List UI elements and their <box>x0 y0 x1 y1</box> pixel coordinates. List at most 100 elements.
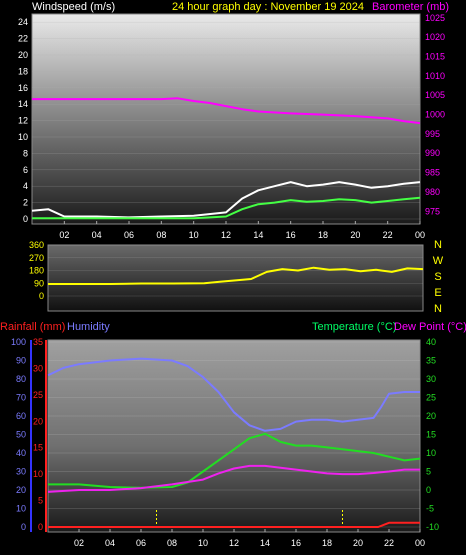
humidity-tick-label: 0 <box>21 522 26 532</box>
left-tick-label: 16 <box>18 83 28 93</box>
left-tick-label: 2 <box>23 198 28 208</box>
humidity-tick-label: 20 <box>16 485 26 495</box>
x-tick-label: 00 <box>415 230 425 240</box>
temperature-tick-label: 30 <box>426 374 436 384</box>
x-tick-label: 16 <box>291 538 301 548</box>
graph-day-title: 24 hour graph day : November 19 2024 <box>172 1 364 13</box>
x-tick-label: 14 <box>260 538 270 548</box>
temperature-tick-label: 35 <box>426 356 436 366</box>
temperature-tick-label: 5 <box>426 467 431 477</box>
right-tick-label: 1005 <box>425 90 445 100</box>
x-tick-label: 12 <box>221 230 231 240</box>
x-tick-label: 20 <box>350 230 360 240</box>
x-tick-label: 08 <box>167 538 177 548</box>
x-tick-label: 10 <box>189 230 199 240</box>
humidity-tick-label: 100 <box>11 337 26 347</box>
direction-tick-label: 90 <box>34 278 44 288</box>
humidity-tick-label: 10 <box>16 504 26 514</box>
rain-tick-label: 35 <box>33 337 43 347</box>
temperature-tick-label: 40 <box>426 337 436 347</box>
rain-tick-label: 15 <box>33 443 43 453</box>
temperature-tick-label: 10 <box>426 448 436 458</box>
x-tick-label: 02 <box>59 230 69 240</box>
middle-panel <box>47 244 424 312</box>
humidity-tick-label: 60 <box>16 411 26 421</box>
direction-tick-label: 0 <box>39 291 44 301</box>
left-tick-label: 20 <box>18 50 28 60</box>
humidity-tick-label: 70 <box>16 393 26 403</box>
direction-tick-label: 360 <box>29 240 44 250</box>
x-tick-label: 22 <box>384 538 394 548</box>
right-tick-label: 975 <box>425 206 440 216</box>
right-tick-label: 1000 <box>425 110 445 120</box>
left-tick-label: 4 <box>23 181 28 191</box>
left-tick-label: 10 <box>18 132 28 142</box>
compass-letter: N <box>434 303 442 315</box>
humidity-tick-label: 30 <box>16 467 26 477</box>
left-tick-label: 8 <box>23 148 28 158</box>
compass-letter: W <box>433 255 444 267</box>
left-tick-label: 24 <box>18 17 28 27</box>
left-tick-label: 0 <box>23 214 28 224</box>
humidity-label: Humidity <box>67 321 110 333</box>
rain-tick-label: 25 <box>33 390 43 400</box>
x-tick-label: 04 <box>92 230 102 240</box>
left-tick-label: 12 <box>18 116 28 126</box>
x-tick-label: 20 <box>353 538 363 548</box>
right-tick-label: 985 <box>425 168 440 178</box>
bottom-panel <box>47 339 421 533</box>
right-tick-label: 995 <box>425 129 440 139</box>
right-tick-label: 1010 <box>425 71 445 81</box>
compass-letter: S <box>434 271 441 283</box>
x-tick-label: 16 <box>286 230 296 240</box>
right-tick-label: 980 <box>425 187 440 197</box>
temperature-label: Temperature (°C) <box>312 321 396 333</box>
humidity-tick-label: 50 <box>16 430 26 440</box>
direction-tick-label: 270 <box>29 253 44 263</box>
rainfall-label: Rainfall (mm) <box>0 321 65 333</box>
left-tick-label: 14 <box>18 99 28 109</box>
x-tick-label: 00 <box>415 538 425 548</box>
x-tick-label: 06 <box>136 538 146 548</box>
dewpoint-label: Dew Point (°C) <box>394 321 466 333</box>
left-tick-label: 6 <box>23 165 28 175</box>
x-tick-label: 04 <box>105 538 115 548</box>
x-tick-label: 18 <box>322 538 332 548</box>
x-tick-label: 18 <box>318 230 328 240</box>
x-tick-label: 12 <box>229 538 239 548</box>
barometer-label: Barometer (mb) <box>372 1 449 13</box>
right-tick-label: 1015 <box>425 52 445 62</box>
compass-letter: E <box>434 287 441 299</box>
left-tick-label: 18 <box>18 66 28 76</box>
humidity-tick-label: 90 <box>16 356 26 366</box>
rain-tick-label: 10 <box>33 469 43 479</box>
rain-tick-label: 0 <box>38 522 43 532</box>
x-tick-label: 22 <box>383 230 393 240</box>
right-tick-label: 1025 <box>425 13 445 23</box>
rain-tick-label: 30 <box>33 363 43 373</box>
right-tick-label: 1020 <box>425 32 445 42</box>
temperature-tick-label: -10 <box>426 522 439 532</box>
humidity-axis-bar <box>30 340 32 532</box>
x-tick-label: 02 <box>74 538 84 548</box>
direction-tick-label: 180 <box>29 266 44 276</box>
temperature-tick-label: 20 <box>426 411 436 421</box>
windspeed-label: Windspeed (m/s) <box>32 1 115 13</box>
humidity-tick-label: 80 <box>16 374 26 384</box>
temperature-tick-label: 15 <box>426 430 436 440</box>
x-tick-label: 14 <box>253 230 263 240</box>
left-tick-label: 22 <box>18 34 28 44</box>
x-tick-label: 06 <box>124 230 134 240</box>
temperature-tick-label: 0 <box>426 485 431 495</box>
top-panel <box>31 13 421 225</box>
rain-tick-label: 20 <box>33 416 43 426</box>
right-tick-label: 990 <box>425 148 440 158</box>
humidity-tick-label: 40 <box>16 448 26 458</box>
rain-tick-label: 5 <box>38 496 43 506</box>
compass-letter: N <box>434 239 442 251</box>
x-tick-label: 10 <box>198 538 208 548</box>
temperature-tick-label: 25 <box>426 393 436 403</box>
rain-axis-bar <box>45 340 47 532</box>
weather-graph-canvas: Windspeed (m/s) 24 hour graph day : Nove… <box>0 1 466 548</box>
x-tick-label: 08 <box>156 230 166 240</box>
